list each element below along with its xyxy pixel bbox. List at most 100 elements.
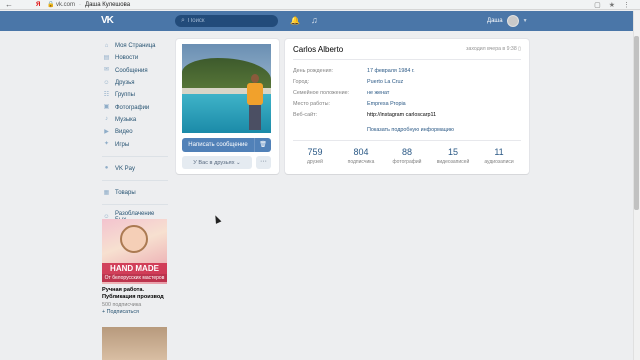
photos-icon: ▣ [103, 104, 110, 111]
sidebar-item-label: Игры [115, 141, 130, 148]
music-icon: ♪ [105, 116, 108, 123]
profile-info-card: Carlos Alberto заходил вчера в 9:38 ▯ Де… [285, 39, 529, 174]
info-value[interactable]: 17 февраля 1984 г. [367, 68, 415, 74]
mouse-cursor-icon [212, 214, 222, 224]
search-icon: ⌕ [181, 17, 185, 24]
vkpay-icon: ● [104, 165, 109, 172]
info-value[interactable]: Empresa Propia [367, 101, 406, 107]
video-icon: ▶ [104, 128, 109, 135]
lock-icon: 🔒 [47, 2, 55, 8]
ad-image[interactable]: HAND MADE От белорусских мастеров [102, 219, 167, 284]
music-note-icon[interactable]: ♫ [311, 15, 318, 25]
user-name: Даша [487, 18, 503, 24]
info-row-website: Веб-сайт: http://instagram carloscarp11 [293, 112, 521, 118]
ad-photo-face [120, 225, 148, 253]
groups-icon: ☷ [103, 91, 110, 98]
star-icon[interactable]: ★ [609, 1, 615, 9]
sidebar-item-label: VK Pay [115, 165, 136, 172]
divider [293, 59, 521, 60]
sidebar-item-label: Сообщения [115, 67, 148, 74]
page-title: Даша Кулешова [85, 1, 131, 8]
ad-title[interactable]: Ручная работа. Публикация производ [102, 287, 168, 301]
info-value[interactable]: не женат [367, 90, 389, 96]
counter-label: видеозаписей [436, 159, 470, 165]
sidebar-item-music[interactable]: ♪ Музыка [102, 114, 172, 126]
address-bar[interactable]: vk.com [56, 2, 75, 8]
site-header: VK ⌕ 🔔 ♫ Даша ▼ [0, 11, 636, 31]
counter-value: 804 [353, 147, 369, 157]
sidebar-item-label: Видео [115, 129, 133, 136]
last-seen-status: заходил вчера в 9:38 ▯ [466, 46, 521, 52]
user-menu[interactable]: Даша ▼ [487, 15, 528, 27]
sidebar-item-video[interactable]: ▶ Видео [102, 126, 172, 138]
counter-photos[interactable]: 88 фотографий [385, 147, 429, 165]
ad-banner-subtext: От белорусских мастеров [102, 274, 167, 282]
sidebar-item-groups[interactable]: ☷ Группы [102, 89, 172, 101]
info-key: День рождения: [293, 68, 334, 74]
write-message-label: Написать сообщение [188, 142, 248, 148]
counter-value: 11 [494, 147, 504, 157]
sidebar-item-label: Друзья [115, 80, 135, 87]
sidebar-item-my-page[interactable]: ⌂ Моя Страница [102, 40, 172, 52]
vk-logo[interactable]: VK [101, 15, 117, 27]
counter-label: аудиозаписи [484, 159, 514, 165]
trash-icon[interactable]: 🗑 [254, 138, 271, 152]
counter-label: фотографий [392, 159, 422, 165]
counter-value: 15 [447, 147, 458, 157]
news-icon: ▤ [103, 54, 110, 61]
sidebar-item-photos[interactable]: ▣ Фотографии [102, 101, 172, 113]
info-row-birthday: День рождения: 17 февраля 1984 г. [293, 68, 521, 74]
friends-status-button[interactable]: У Вас в друзьях ⌄ [182, 156, 252, 169]
info-key: Веб-сайт: [293, 112, 318, 118]
info-value[interactable]: http://instagram carloscarp11 [367, 112, 436, 118]
sidebar-item-goods[interactable]: ▦ Товары [102, 187, 172, 199]
menu-icon[interactable]: ⋮ [623, 1, 630, 9]
counter-followers[interactable]: 804 подписчика [339, 147, 383, 165]
counter-value: 88 [401, 147, 412, 157]
counter-audio[interactable]: 11 аудиозаписи [477, 147, 521, 165]
back-arrow-icon[interactable]: ← [0, 0, 18, 9]
scrollbar-thumb[interactable] [634, 36, 639, 210]
profile-photo[interactable] [182, 44, 271, 133]
counter-label: друзей [307, 159, 323, 165]
info-value[interactable]: Puerto La Cruz [367, 79, 403, 85]
counter-label: подписчика [347, 159, 375, 165]
show-more-info-link[interactable]: Показать подробную информацию [367, 127, 454, 133]
ad-banner-text: HAND MADE [102, 263, 167, 274]
search-box[interactable]: ⌕ [175, 15, 278, 27]
sidebar-item-games[interactable]: ✦ Игры [102, 138, 172, 150]
info-key: Место работы: [293, 101, 330, 107]
chevron-down-icon: ▼ [522, 18, 528, 24]
counter-videos[interactable]: 15 видеозаписей [431, 147, 475, 165]
left-sidebar: ⌂ Моя Страница ▤ Новости ✉ Сообщения ☺ Друзь… [102, 40, 172, 224]
sidebar-item-messages[interactable]: ✉ Сообщения [102, 65, 172, 77]
info-row-city: Город: Puerto La Cruz [293, 79, 521, 85]
info-key: Семейное положение: [293, 90, 350, 96]
sidebar-item-friends[interactable]: ☺ Друзья [102, 77, 172, 89]
sidebar-item-news[interactable]: ▤ Новости [102, 52, 172, 64]
photo-person-head [251, 74, 259, 83]
search-input[interactable] [187, 18, 268, 24]
yandex-icon[interactable]: Я [36, 2, 46, 8]
counter-value: 759 [307, 147, 323, 157]
url-separator: · [79, 1, 82, 8]
info-row-relationship: Семейное положение: не женат [293, 90, 521, 96]
goods-icon: ▦ [103, 189, 110, 196]
write-message-button[interactable]: Написать сообщение 🗑 [182, 138, 271, 152]
sidebar-divider [102, 155, 168, 157]
sidebar-item-vkpay[interactable]: ● VK Pay [102, 163, 172, 175]
photo-person-torso [247, 83, 263, 105]
notifications-bell-icon[interactable]: 🔔 [290, 16, 300, 25]
profile-name: Carlos Alberto [293, 45, 344, 54]
profile-photo-card: Написать сообщение 🗑 У Вас в друзьях ⌄ ·… [176, 39, 279, 174]
second-ad-image[interactable] [102, 327, 167, 360]
bookmark-icon[interactable]: ▢ [594, 1, 601, 9]
sidebar-item-label: Товары [115, 190, 136, 197]
sidebar-item-label: Музыка [115, 116, 137, 123]
sidebar-item-label: Фотографии [115, 104, 150, 111]
home-icon: ⌂ [104, 42, 109, 49]
sidebar-ad[interactable]: HAND MADE От белорусских мастеров Ручная… [102, 219, 168, 315]
ad-subscribe-link[interactable]: + Подписаться [102, 309, 168, 315]
counter-friends[interactable]: 759 друзей [293, 147, 337, 165]
more-actions-button[interactable]: ··· [256, 156, 271, 169]
